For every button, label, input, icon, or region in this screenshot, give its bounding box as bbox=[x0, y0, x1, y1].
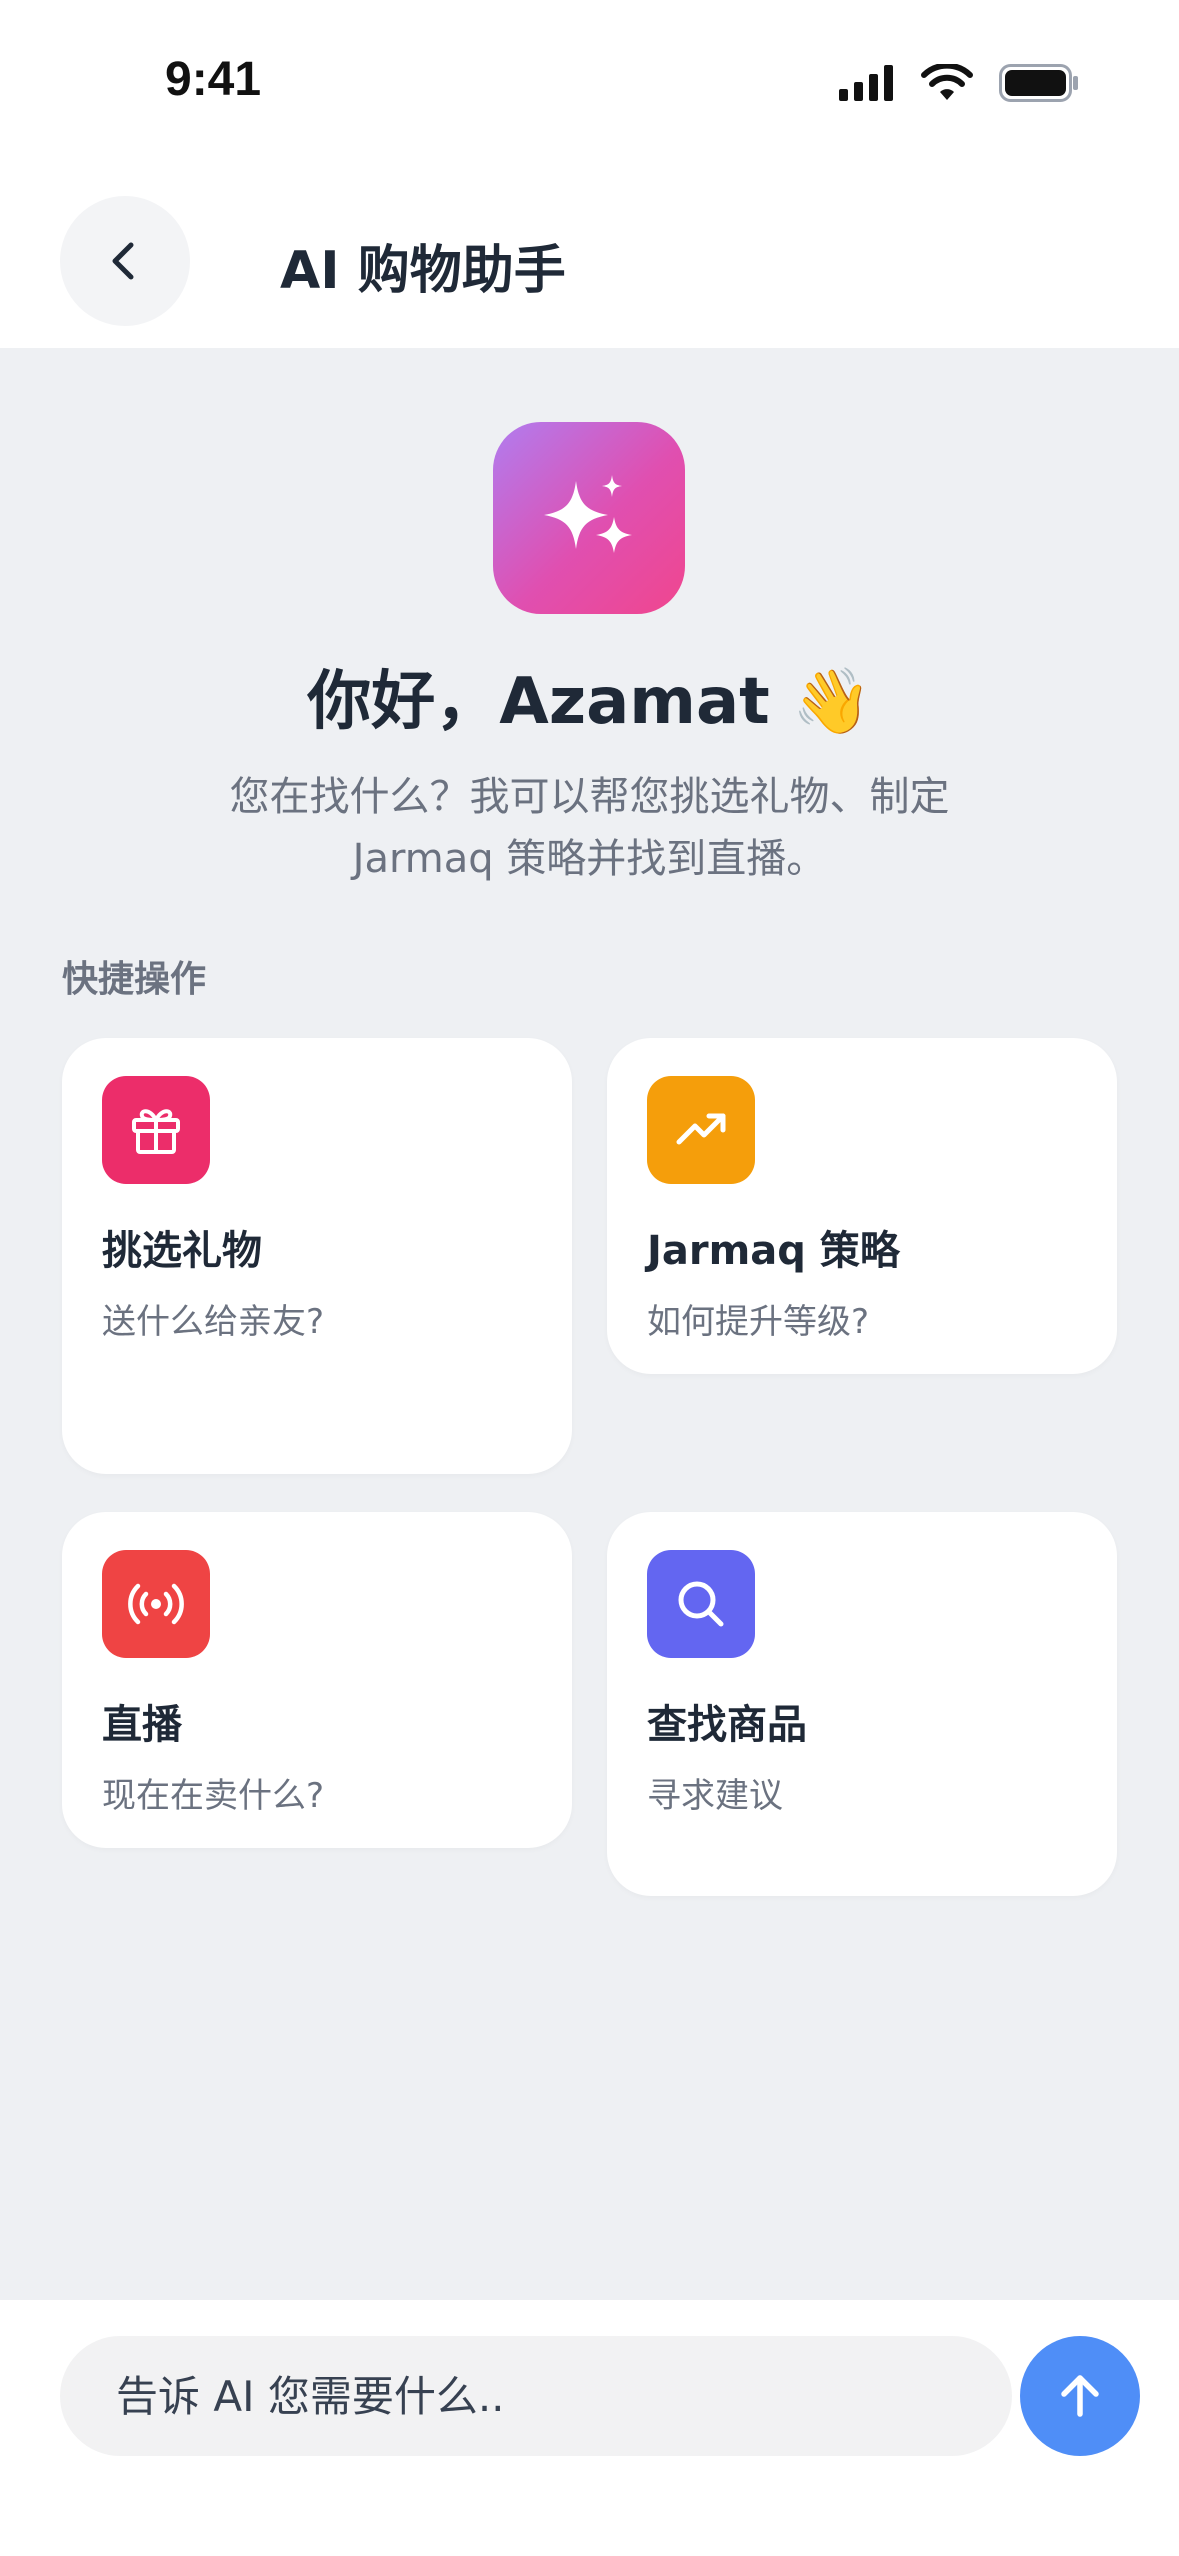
cellular-signal-icon bbox=[839, 65, 893, 101]
message-input-container bbox=[60, 2336, 1012, 2456]
status-icons bbox=[839, 64, 1079, 102]
card-subtitle: 送什么给亲友? bbox=[102, 1302, 325, 1342]
quick-action-jarmaq-strategy[interactable]: Jarmaq 策略 如何提升等级? bbox=[607, 1038, 1117, 1374]
greeting-subtitle: 您在找什么？我可以帮您挑选礼物、制定 Jarmaq 策略并找到直播。 bbox=[180, 766, 999, 890]
card-subtitle: 寻求建议 bbox=[647, 1776, 783, 1816]
greeting-text: 你好，Azamat bbox=[307, 665, 770, 739]
quick-actions-label: 快捷操作 bbox=[62, 959, 207, 1000]
sparkles-icon bbox=[544, 475, 632, 553]
app-header: AI 购物助手 bbox=[0, 170, 1179, 348]
quick-action-live[interactable]: 直播 现在在卖什么? bbox=[62, 1512, 572, 1848]
status-bar: 9:41 bbox=[0, 0, 1179, 170]
composer-bar bbox=[0, 2300, 1179, 2556]
card-subtitle: 如何提升等级? bbox=[647, 1302, 870, 1342]
card-title: 挑选礼物 bbox=[102, 1228, 262, 1274]
wifi-icon bbox=[921, 64, 973, 100]
search-icon bbox=[678, 1581, 724, 1627]
battery-icon bbox=[999, 64, 1078, 102]
send-button[interactable] bbox=[1020, 2336, 1140, 2456]
message-input[interactable] bbox=[114, 2370, 978, 2422]
card-title: 查找商品 bbox=[647, 1702, 807, 1748]
page-title: AI 购物助手 bbox=[280, 241, 566, 301]
search-icon-badge bbox=[647, 1550, 755, 1658]
ai-avatar bbox=[493, 422, 685, 614]
broadcast-icon-badge bbox=[102, 1550, 210, 1658]
greeting-heading: 你好，Azamat 👋 bbox=[0, 650, 1179, 742]
main-content: 你好，Azamat 👋 您在找什么？我可以帮您挑选礼物、制定 Jarmaq 策略… bbox=[0, 348, 1179, 2300]
broadcast-icon bbox=[128, 1583, 184, 1625]
gift-icon bbox=[132, 1109, 180, 1154]
subtitle-line-2: Jarmaq 策略并找到直播。 bbox=[352, 836, 827, 882]
quick-action-find-product[interactable]: 查找商品 寻求建议 bbox=[607, 1512, 1117, 1896]
back-button[interactable] bbox=[60, 196, 190, 326]
chevron-left-icon bbox=[112, 242, 134, 280]
waving-hand-emoji: 👋 bbox=[792, 665, 872, 739]
trending-up-icon bbox=[676, 1113, 726, 1145]
card-subtitle: 现在在卖什么? bbox=[102, 1776, 325, 1816]
card-title: 直播 bbox=[102, 1702, 182, 1748]
arrow-up-icon bbox=[1061, 2375, 1099, 2417]
quick-action-pick-gift[interactable]: 挑选礼物 送什么给亲友? bbox=[62, 1038, 572, 1474]
status-time: 9:41 bbox=[165, 53, 262, 106]
trending-up-icon-badge bbox=[647, 1076, 755, 1184]
card-title: Jarmaq 策略 bbox=[647, 1228, 900, 1274]
gift-icon-badge bbox=[102, 1076, 210, 1184]
subtitle-line-1: 您在找什么？我可以帮您挑选礼物、制定 bbox=[229, 774, 950, 820]
